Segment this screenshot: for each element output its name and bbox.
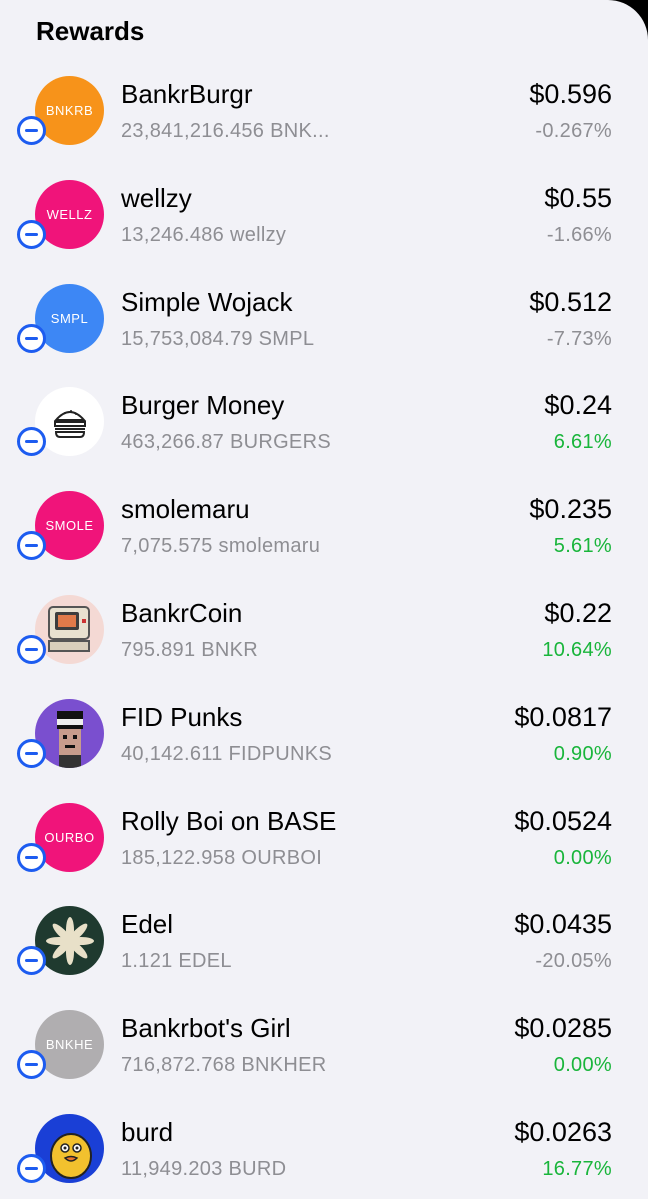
- remove-token-icon[interactable]: [17, 946, 46, 976]
- token-amount: 15,753,084.79 SMPL: [121, 327, 315, 350]
- token-name: wellzy: [121, 182, 192, 213]
- token-amount: 40,142.611 FIDPUNKS: [121, 742, 332, 765]
- token-amount: 463,266.87 BURGERS: [121, 431, 331, 454]
- token-price: $0.0435: [514, 909, 612, 940]
- leaf-flower-icon: [35, 906, 104, 976]
- token-price: $0.596: [529, 79, 612, 109]
- token-price: $0.512: [529, 286, 612, 317]
- token-change: 10.64%: [542, 638, 612, 661]
- token-name: Edel: [121, 909, 174, 940]
- token-price: $0.24: [544, 390, 612, 421]
- token-row[interactable]: FID Punks 40,142.611 FIDPUNKS $0.0817 0.90%: [0, 681, 648, 785]
- token-row[interactable]: Burger Money 463,266.87 BURGERS $0.24 6.61%: [0, 369, 648, 473]
- token-change: 0.90%: [553, 742, 612, 765]
- token-price: $0.22: [544, 597, 612, 628]
- token-amount: 11,949.203 BURD: [121, 1157, 287, 1180]
- token-change: 0.00%: [553, 1054, 612, 1077]
- token-list: BNKRB BankrBurgr 23,841,216.456 BNK... $0.5…: [0, 58, 648, 1199]
- token-amount: 13,246.486 wellzy: [121, 223, 287, 246]
- remove-token-icon[interactable]: [17, 634, 46, 664]
- token-name: burd: [121, 1116, 174, 1147]
- remove-token-icon[interactable]: [17, 1153, 46, 1183]
- token-price: $0.0263: [514, 1116, 612, 1147]
- token-row[interactable]: BNKRB BankrBurgr 23,841,216.456 BNK... $0.5…: [0, 58, 648, 162]
- remove-token-icon[interactable]: [17, 427, 46, 457]
- token-amount: 1.121 EDEL: [121, 950, 232, 973]
- token-name: Rolly Boi on BASE: [121, 805, 337, 836]
- token-row[interactable]: SMPL Simple Wojack 15,753,084.79 SMPL $0.51…: [0, 266, 648, 370]
- token-price: $0.55: [544, 182, 612, 213]
- token-amount: 795.891 BNKR: [121, 638, 259, 661]
- remove-token-icon[interactable]: [17, 842, 46, 872]
- remove-token-icon[interactable]: [17, 323, 46, 353]
- token-name: smolemaru: [121, 494, 250, 525]
- token-row[interactable]: BankrCoin 795.891 BNKR $0.22 10.64%: [0, 577, 648, 681]
- token-change: -0.267%: [535, 120, 612, 142]
- token-change: 5.61%: [553, 535, 612, 558]
- token-row[interactable]: burd 11,949.203 BURD $0.0263 16.77%: [0, 1096, 648, 1199]
- token-price: $0.235: [529, 494, 612, 525]
- token-name: Simple Wojack: [121, 286, 293, 317]
- token-amount: 185,122.958 OURBOI: [121, 846, 323, 869]
- remove-token-icon[interactable]: [17, 738, 46, 768]
- token-name: Burger Money: [121, 390, 285, 421]
- token-row[interactable]: OURBO Rolly Boi on BASE 185,122.958 OURBOI…: [0, 785, 648, 889]
- token-change: -1.66%: [546, 223, 612, 246]
- rewards-card: Rewards BNKRB BankrBurgr 23,841,216.456 BN…: [0, 0, 648, 1199]
- token-row[interactable]: WELLZ wellzy 13,246.486 wellzy $0.55 -1.66%: [0, 162, 648, 266]
- remove-token-icon[interactable]: [17, 531, 46, 561]
- token-name: BankrBurgr: [121, 79, 253, 109]
- token-change: 6.61%: [553, 431, 612, 454]
- section-title: Rewards: [36, 16, 145, 46]
- remove-token-icon[interactable]: [17, 219, 46, 249]
- token-change: -20.05%: [535, 950, 612, 973]
- token-avatar: SMOLE: [35, 491, 104, 561]
- burger-icon: [35, 387, 104, 457]
- token-price: $0.0524: [514, 805, 612, 836]
- remove-token-icon[interactable]: [17, 116, 46, 145]
- token-row[interactable]: SMOLE smolemaru 7,075.575 smolemaru $0.235 5…: [0, 473, 648, 577]
- token-name: FID Punks: [121, 701, 243, 732]
- token-name: BankrCoin: [121, 597, 243, 628]
- token-price: $0.0817: [514, 701, 612, 732]
- token-amount: 716,872.768 BNKHER: [121, 1054, 327, 1077]
- remove-token-icon[interactable]: [17, 1050, 46, 1080]
- token-change: 0.00%: [553, 846, 612, 869]
- token-amount: 23,841,216.456 BNK...: [121, 120, 330, 142]
- token-row[interactable]: BNKHE Bankrbot's Girl 716,872.768 BNKHER $0…: [0, 992, 648, 1096]
- token-change: 16.77%: [542, 1157, 612, 1180]
- token-row[interactable]: Edel 1.121 EDEL $0.0435 -20.05%: [0, 888, 648, 992]
- token-price: $0.0285: [514, 1013, 612, 1044]
- token-name: Bankrbot's Girl: [121, 1013, 291, 1044]
- token-change: -7.73%: [546, 327, 612, 350]
- token-amount: 7,075.575 smolemaru: [121, 535, 321, 558]
